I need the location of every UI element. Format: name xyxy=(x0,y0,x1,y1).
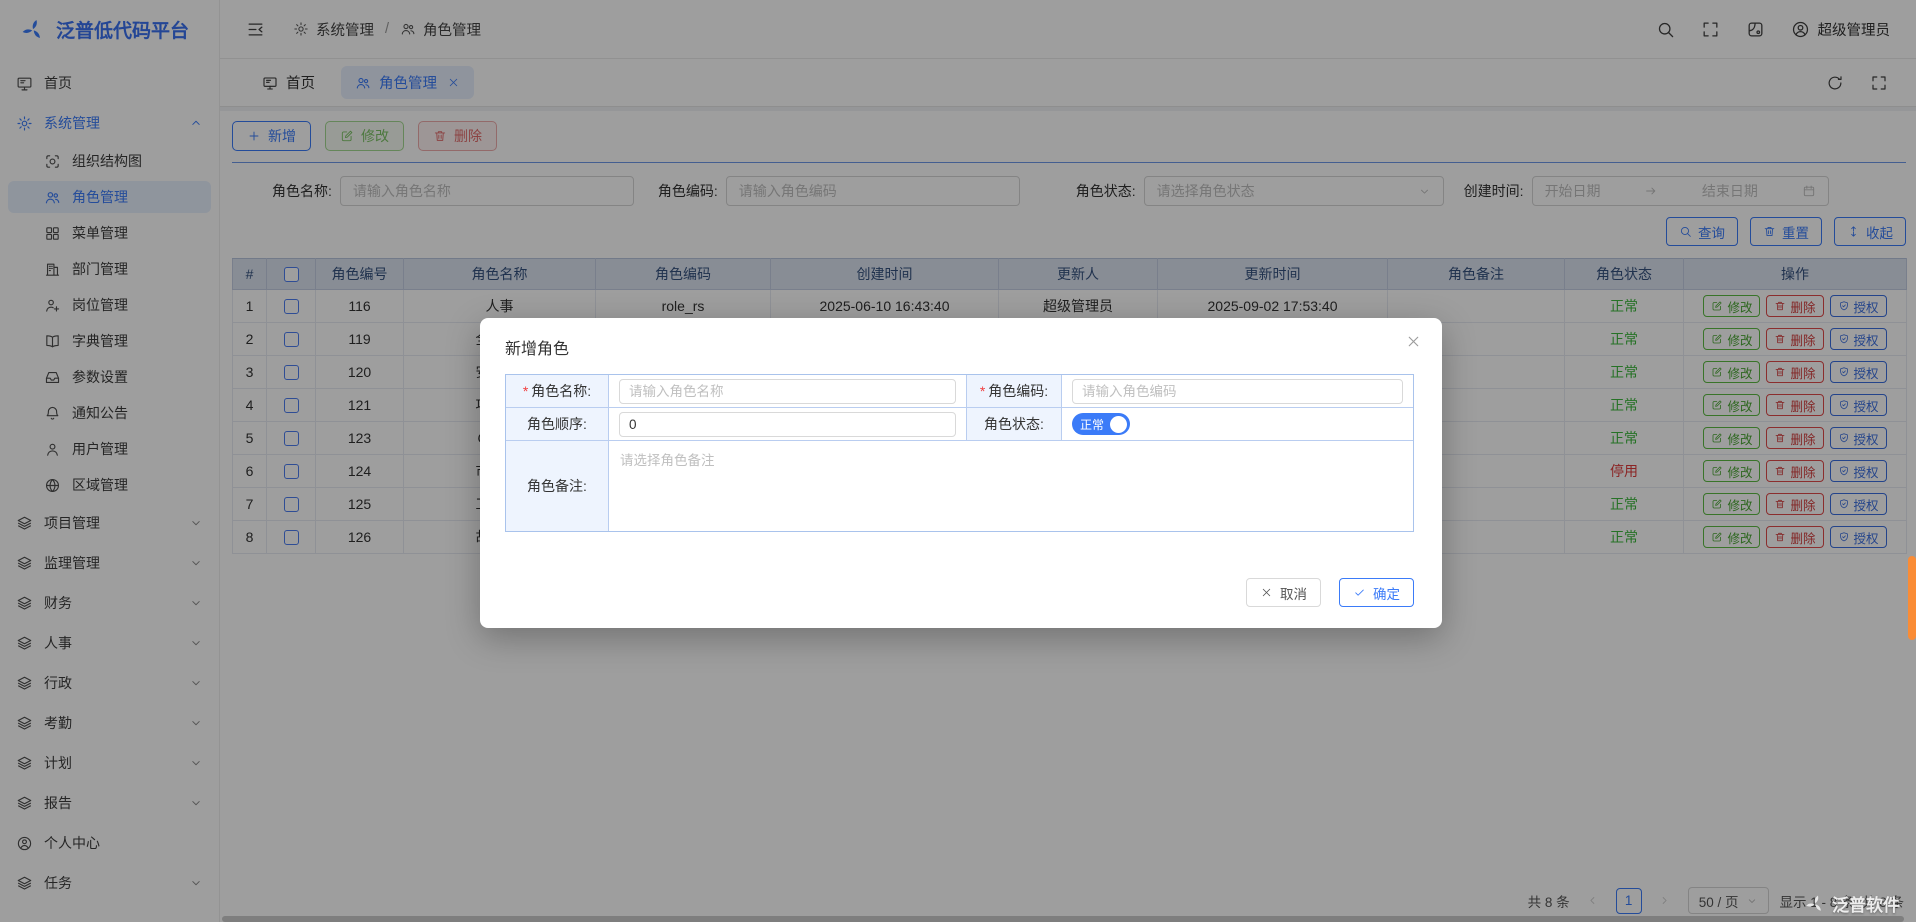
toggle-knob xyxy=(1110,416,1127,433)
role-order-cell xyxy=(609,408,967,441)
role-status-toggle[interactable]: 正常 xyxy=(1072,413,1130,435)
required-mark: * xyxy=(523,383,528,399)
role-code-cell xyxy=(1062,375,1413,408)
role-remark-cell xyxy=(609,441,1413,531)
role-remark-textarea[interactable] xyxy=(609,441,1413,531)
role-name-cell xyxy=(609,375,967,408)
confirm-button[interactable]: 确定 xyxy=(1339,578,1414,607)
watermark-text: 泛普软件 xyxy=(1832,891,1900,916)
role-name-input[interactable] xyxy=(619,379,956,404)
toggle-on-label: 正常 xyxy=(1080,416,1110,433)
dialog-close-icon[interactable] xyxy=(1405,333,1422,350)
cancel-button[interactable]: 取消 xyxy=(1246,578,1321,607)
role-code-input[interactable] xyxy=(1072,379,1403,404)
role-name-label: * 角色名称: xyxy=(506,375,609,408)
role-order-label: 角色顺序: xyxy=(506,408,609,441)
role-status-label: 角色状态: xyxy=(967,408,1062,441)
cancel-label: 取消 xyxy=(1280,583,1307,603)
role-code-label: * 角色编码: xyxy=(967,375,1062,408)
role-remark-label: 角色备注: xyxy=(506,441,609,531)
dialog-title: 新增角色 xyxy=(505,335,569,359)
watermark-logo-icon xyxy=(1804,893,1826,915)
required-mark: * xyxy=(980,383,985,399)
role-order-input[interactable] xyxy=(619,412,956,437)
x-icon xyxy=(1260,586,1273,599)
add-role-dialog: 新增角色 * 角色名称: * 角色编码: 角色顺序: 角色状态: xyxy=(480,318,1442,628)
app-window: 泛普低代码平台 首页系统管理组织结构图角色管理菜单管理部门管理岗位管理字典管理参… xyxy=(0,0,1916,922)
role-status-cell: 正常 xyxy=(1062,408,1413,441)
watermark: 泛普软件 xyxy=(1804,891,1900,916)
confirm-label: 确定 xyxy=(1373,583,1400,603)
vertical-scrollbar-thumb[interactable] xyxy=(1908,556,1916,640)
dialog-footer: 取消 确定 xyxy=(1246,578,1414,607)
check-icon xyxy=(1353,586,1366,599)
add-role-form: * 角色名称: * 角色编码: 角色顺序: 角色状态: 正常 xyxy=(505,374,1414,532)
